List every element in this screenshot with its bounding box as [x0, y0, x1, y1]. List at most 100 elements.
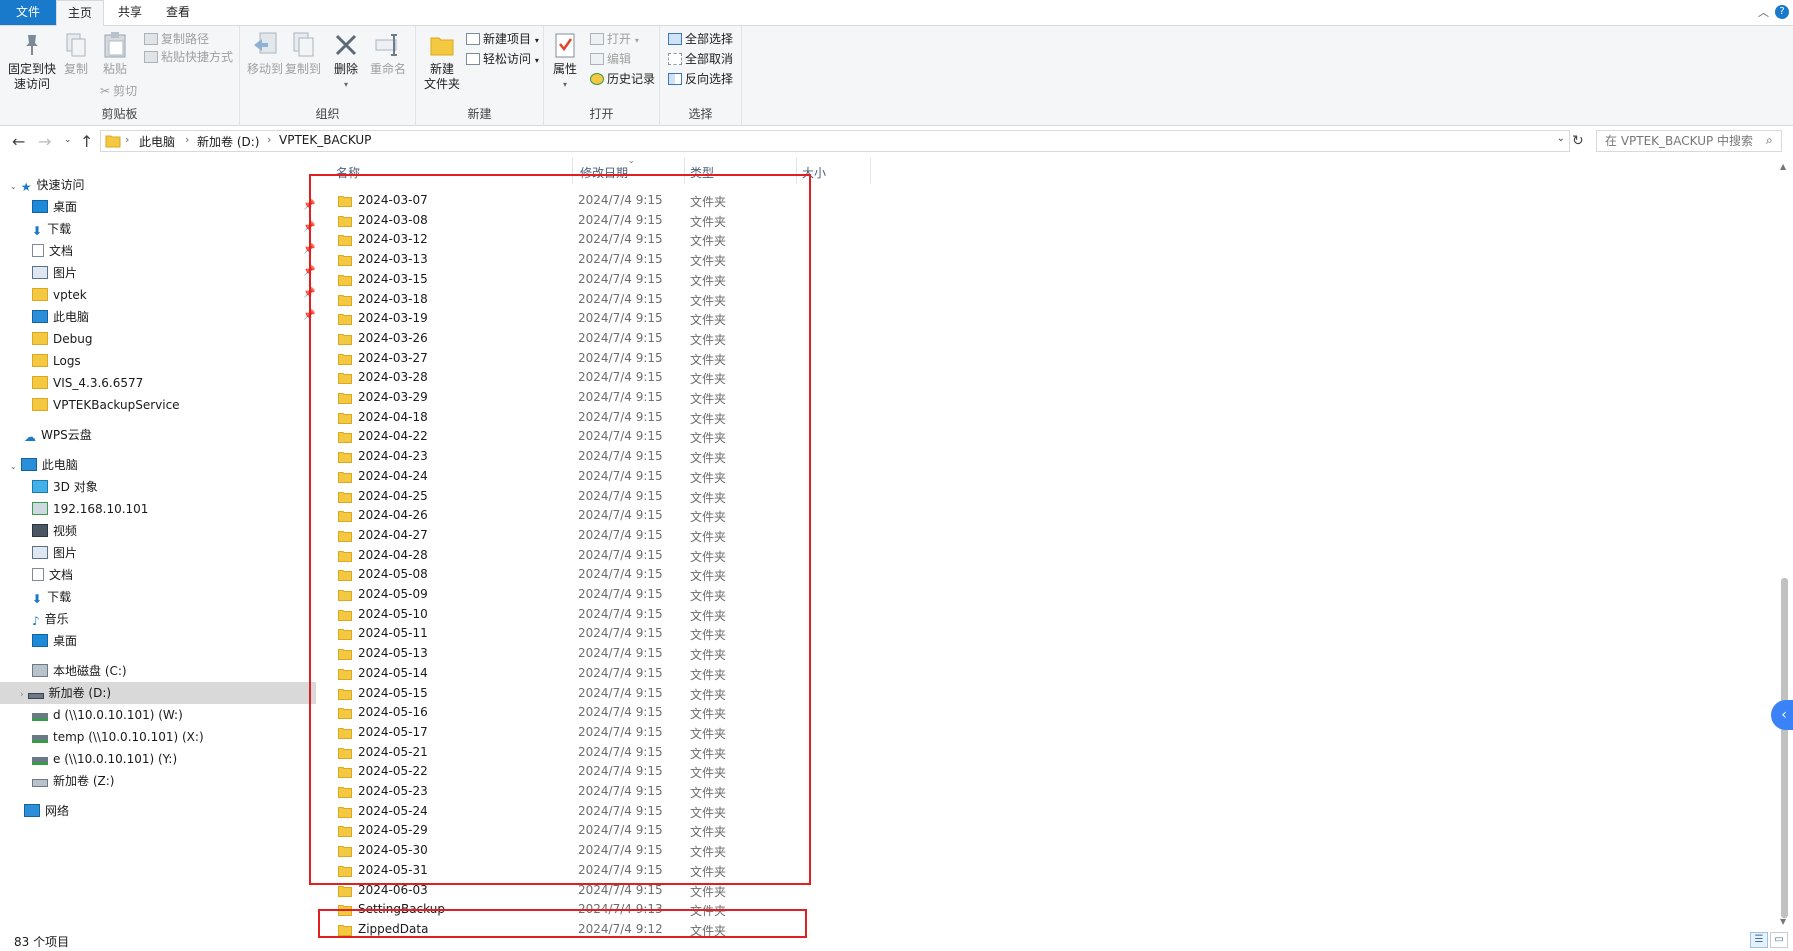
edit-icon [590, 53, 604, 65]
copy-to-button[interactable]: 复制到 [284, 30, 322, 77]
details-view-icon[interactable]: ☰ [1750, 932, 1768, 948]
easy-access-button[interactable]: 轻松访问 ▾ [466, 50, 539, 68]
pin-label: 固定到快 速访问 [7, 62, 56, 91]
scroll-down-arrow-icon[interactable]: ▼ [1780, 917, 1786, 926]
download-arrow-icon: ⬇ [32, 224, 43, 238]
nav-item-label: vptek [53, 288, 87, 302]
nav-item-debug[interactable]: Debug [32, 328, 92, 350]
nav-item-label: VPTEKBackupService [53, 398, 180, 412]
paste-button[interactable]: 粘贴 [98, 30, 132, 77]
nav-item-vis[interactable]: VIS_4.3.6.6577 [32, 372, 143, 394]
nav-item-pictures-pc[interactable]: 图片 [32, 542, 77, 564]
new-item-button[interactable]: 新建项目 ▾ [466, 30, 539, 48]
new-folder-button[interactable]: 新建 文件夹 [420, 30, 464, 92]
nav-wps-cloud[interactable]: ☁ WPS云盘 [24, 424, 92, 446]
search-input[interactable]: 在 VPTEK_BACKUP 中搜索 [1596, 130, 1782, 152]
delete-dropdown-icon[interactable]: ▾ [330, 77, 362, 92]
address-dropdown-icon[interactable]: ⌄ [1557, 133, 1565, 144]
document-icon [32, 244, 44, 257]
nav-item-downloads[interactable]: ⬇ 下载 [32, 218, 71, 240]
nav-network[interactable]: 网络 [24, 800, 69, 822]
nav-item-documents-pc[interactable]: 文档 [32, 564, 73, 586]
nav-item-vptekbackupservice[interactable]: VPTEKBackupService [32, 394, 180, 416]
up-arrow-icon[interactable]: ↑ [80, 132, 93, 151]
nav-item-drive-d[interactable]: › 新加卷 (D:) [20, 682, 111, 704]
folder-icon [32, 354, 48, 367]
properties-button[interactable]: 属性 ▾ [548, 30, 582, 92]
nav-quick-access[interactable]: ⌄ ★ 快速访问 [10, 174, 84, 196]
nav-item-drive-c[interactable]: 本地磁盘 (C:) [32, 660, 127, 682]
nav-item-music[interactable]: ♪ 音乐 [32, 608, 69, 630]
nav-item-logs[interactable]: Logs [32, 350, 81, 372]
star-icon: ★ [20, 180, 32, 194]
history-button[interactable]: 历史记录 [590, 70, 655, 88]
network-icon [24, 804, 40, 817]
new-item-label: 新建项目 [483, 32, 532, 46]
expand-chevron-icon[interactable]: › [20, 690, 24, 700]
nav-item-this-pc-quick[interactable]: 此电脑 [32, 306, 89, 328]
select-all-button[interactable]: 全部选择 [668, 30, 733, 48]
open-label: 打开 [607, 32, 632, 46]
search-icon[interactable]: ⌕ [1766, 133, 1773, 148]
invert-selection-button[interactable]: 反向选择 [668, 70, 733, 88]
breadcrumb-separator-icon[interactable]: › [185, 133, 189, 146]
nav-item-documents[interactable]: 文档 [32, 240, 73, 262]
copy-button[interactable]: 复制 [60, 30, 92, 77]
nav-item-3d-objects[interactable]: 3D 对象 [32, 476, 98, 498]
forward-arrow-icon[interactable]: → [38, 132, 51, 151]
select-none-button[interactable]: 全部取消 [668, 50, 733, 68]
nav-item-network-location[interactable]: 192.168.10.101 [32, 498, 148, 520]
address-input[interactable]: › 此电脑 › 新加卷 (D:) › VPTEK_BACKUP ⌄ [100, 130, 1570, 152]
side-panel-toggle-icon[interactable]: ‹ [1771, 700, 1793, 730]
breadcrumb-vptek-backup[interactable]: VPTEK_BACKUP [279, 133, 371, 147]
recent-locations-chevron-icon[interactable]: ⌄ [64, 135, 72, 145]
pin-quick-access-button[interactable]: 固定到快 速访问 [6, 30, 58, 92]
collapse-ribbon-icon[interactable]: ︿ [1758, 4, 1769, 20]
pin-icon [16, 30, 48, 60]
tab-view[interactable]: 查看 [156, 0, 200, 25]
vertical-scrollbar[interactable]: ▲ ▼ [1776, 158, 1793, 930]
scrollbar-thumb[interactable] [1781, 578, 1788, 918]
cut-label: 剪切 [113, 84, 138, 98]
nav-item-videos[interactable]: 视频 [32, 520, 77, 542]
back-arrow-icon[interactable]: ← [12, 132, 25, 151]
cut-button[interactable]: ✂ 剪切 [100, 82, 137, 100]
tab-file[interactable]: 文件 [0, 0, 56, 25]
tab-share[interactable]: 共享 [108, 0, 152, 25]
nav-item-drive-z[interactable]: 新加卷 (Z:) [32, 770, 114, 792]
nav-item-desktop-pc[interactable]: 桌面 [32, 630, 77, 652]
delete-button[interactable]: 删除 ▾ [330, 30, 362, 92]
paste-shortcut-button[interactable]: 粘贴快捷方式 [144, 48, 233, 66]
properties-dropdown-icon[interactable]: ▾ [548, 77, 582, 92]
breadcrumb-separator-icon[interactable]: › [267, 133, 271, 146]
open-dropdown-icon: ▾ [634, 36, 639, 45]
large-icons-view-icon[interactable]: ▭ [1770, 932, 1788, 948]
nav-item-drive-x[interactable]: temp (\\10.0.10.101) (X:) [32, 726, 204, 748]
new-folder-icon [426, 30, 458, 60]
edit-button[interactable]: 编辑 [590, 50, 631, 68]
computer-icon [32, 310, 48, 323]
nav-item-pictures[interactable]: 图片 [32, 262, 77, 284]
nav-item-drive-y[interactable]: e (\\10.0.10.101) (Y:) [32, 748, 177, 770]
rename-button[interactable]: 重命名 [366, 30, 410, 77]
nav-item-label: 桌面 [53, 634, 78, 648]
nav-item-drive-w[interactable]: d (\\10.0.10.101) (W:) [32, 704, 183, 726]
refresh-icon[interactable]: ↻ [1572, 133, 1584, 149]
nav-item-desktop[interactable]: 桌面 [32, 196, 77, 218]
breadcrumb-this-pc[interactable]: 此电脑 [139, 133, 175, 150]
expand-chevron-icon[interactable]: ⌄ [10, 462, 17, 471]
nav-item-downloads-pc[interactable]: ⬇ 下载 [32, 586, 71, 608]
help-icon[interactable]: ? [1775, 5, 1789, 19]
nav-quick-access-label: 快速访问 [36, 178, 85, 192]
open-button[interactable]: 打开 ▾ [590, 30, 639, 48]
column-divider[interactable] [870, 158, 871, 184]
breadcrumb-separator-icon[interactable]: › [125, 133, 129, 146]
nav-this-pc[interactable]: ⌄ 此电脑 [10, 454, 78, 476]
copy-path-button[interactable]: 复制路径 [144, 30, 209, 48]
nav-item-vptek[interactable]: vptek [32, 284, 87, 306]
breadcrumb-drive-d[interactable]: 新加卷 (D:) [197, 133, 259, 150]
expand-chevron-icon[interactable]: ⌄ [10, 182, 17, 191]
scroll-up-arrow-icon[interactable]: ▲ [1780, 162, 1786, 171]
move-to-button[interactable]: 移动到 [246, 30, 284, 77]
tab-home[interactable]: 主页 [56, 0, 104, 26]
